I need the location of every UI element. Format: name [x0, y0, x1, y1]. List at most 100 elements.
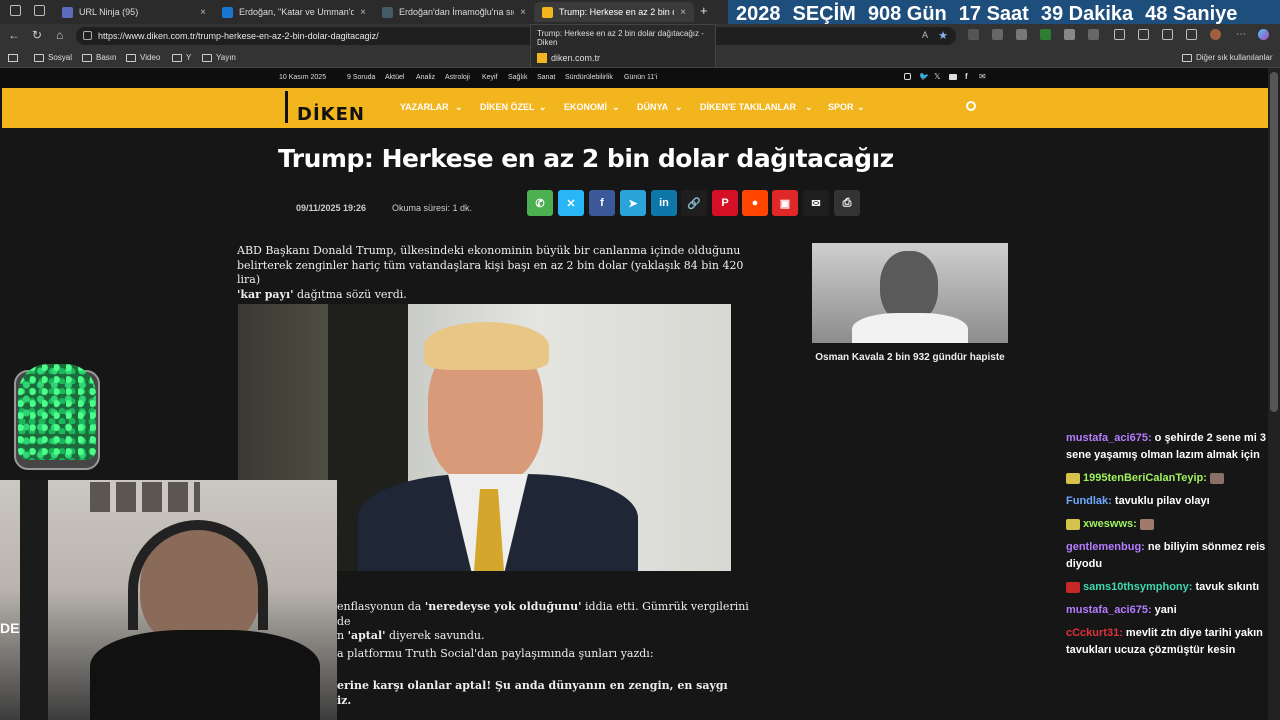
tab-erdogan-katar[interactable]: Erdoğan, "Katar ve Umman'dan d × — [214, 2, 374, 22]
toplink-saglik[interactable]: Sağlık — [508, 74, 527, 81]
nav-ekonomi[interactable]: EKONOMİ — [564, 102, 607, 112]
share-whatsapp-button[interactable]: ✆ — [527, 190, 553, 216]
extension-icon[interactable] — [1016, 29, 1027, 40]
toplink-aktuel[interactable]: Aktüel — [385, 74, 404, 81]
tooltip-title: Trump: Herkese en az 2 bin dolar dağıtac… — [537, 29, 704, 47]
search-icon[interactable] — [966, 101, 976, 111]
paragraph-line: belirterek zenginler hariç tüm vatandaşl… — [237, 258, 744, 287]
youtube-icon[interactable] — [949, 74, 957, 80]
webcam-overlay: DE — [0, 480, 337, 720]
tab-erdogan-imamoglu[interactable]: Erdoğan'dan İmamoğlu'na sığınm × — [374, 2, 534, 22]
nav-yazarlar[interactable]: YAZARLAR — [400, 102, 449, 112]
more-menu-icon[interactable]: ⋯ — [1236, 29, 1246, 40]
extension-icon[interactable] — [1088, 29, 1099, 40]
logo-mark-icon — [285, 91, 288, 123]
countdown-label: SEÇİM — [792, 2, 856, 25]
print-icon: ⎙ — [842, 196, 852, 209]
new-tab-button[interactable]: + — [700, 3, 708, 18]
reading-list-icon[interactable] — [8, 54, 18, 62]
extension-icon[interactable] — [992, 29, 1003, 40]
tab-hover-tooltip: Trump: Herkese en az 2 bin dolar dağıtac… — [530, 24, 716, 68]
copilot-icon[interactable] — [1258, 29, 1269, 40]
chat-username: mustafa_aci675: — [1066, 604, 1152, 616]
share-facebook-button[interactable]: f — [589, 190, 615, 216]
tab-actions-icon[interactable] — [34, 5, 45, 16]
extension-icon[interactable] — [1064, 29, 1075, 40]
toplink-analiz[interactable]: Analiz — [416, 74, 435, 81]
scrollbar-thumb[interactable] — [1270, 72, 1278, 412]
bookmark-label: Diğer sık kullanılanlar — [1196, 53, 1273, 62]
copy-link-button[interactable]: 🔗 — [681, 190, 707, 216]
close-tab-icon[interactable]: × — [680, 7, 686, 18]
close-tab-icon[interactable]: × — [520, 7, 526, 18]
x-icon[interactable]: 𝕏 — [934, 72, 940, 81]
chat-username: mustafa_aci675: — [1066, 432, 1152, 444]
bookmark-folder-y[interactable]: Y — [172, 53, 191, 62]
collections-icon[interactable] — [1186, 29, 1197, 40]
chevron-down-icon: ⌄ — [455, 102, 463, 112]
bookmark-folder-sosyal[interactable]: Sosyal — [34, 53, 72, 62]
microphone-arm — [20, 480, 48, 720]
nav-dunya[interactable]: DÜNYA — [637, 102, 668, 112]
nav-spor[interactable]: SPOR — [828, 102, 854, 112]
share-flipboard-button[interactable]: ▣ — [772, 190, 798, 216]
share-twitter-button[interactable]: ✕ — [558, 190, 584, 216]
sidebar-caption[interactable]: Osman Kavala 2 bin 932 gündür hapiste — [812, 352, 1008, 363]
share-email-button[interactable]: ✉ — [803, 190, 829, 216]
favorites-icon[interactable] — [1138, 29, 1149, 40]
mail-icon[interactable]: ✉ — [979, 72, 986, 81]
bookmark-folder-other[interactable]: Diğer sık kullanılanlar — [1182, 53, 1272, 62]
facebook-icon[interactable]: f — [965, 72, 968, 81]
twitter-icon[interactable]: 🐦 — [919, 72, 929, 81]
page-scrollbar[interactable] — [1268, 68, 1280, 720]
home-icon[interactable]: ⌂ — [56, 28, 63, 42]
green-beads — [18, 364, 96, 460]
diken-logo[interactable]: DİKEN — [297, 104, 365, 125]
profile-avatar[interactable] — [1210, 29, 1221, 40]
extension-icon[interactable] — [1040, 29, 1051, 40]
badge-icon — [1066, 581, 1080, 593]
share-reddit-button[interactable]: ● — [742, 190, 768, 216]
workspaces-icon[interactable] — [10, 5, 21, 16]
emote-icon — [1209, 472, 1224, 484]
address-bar[interactable]: https://www.diken.com.tr/trump-herkese-e… — [76, 27, 956, 45]
chat-username: Fundlak: — [1066, 495, 1112, 507]
bookmark-folder-video[interactable]: Video — [126, 53, 160, 62]
countdown-seconds: 48 Saniye — [1145, 2, 1238, 25]
news-favicon-icon — [382, 6, 393, 18]
site-info-icon[interactable] — [83, 31, 92, 40]
toplink-astroloji[interactable]: Astroloji — [445, 74, 470, 81]
osman-kavala-photo[interactable] — [812, 243, 1008, 343]
tab-label: Erdoğan'dan İmamoğlu'na sığınm — [399, 7, 514, 17]
share-pinterest-button[interactable]: P — [712, 190, 738, 216]
close-tab-icon[interactable]: × — [200, 7, 206, 18]
bookmark-folder-yayin[interactable]: Yayın — [202, 53, 236, 62]
toplink-9-soruda[interactable]: 9 Soruda — [347, 74, 375, 81]
browser-essentials-icon[interactable] — [1162, 29, 1173, 40]
bold-phrase: 'neredeyse yok olduğunu' — [424, 600, 582, 613]
tab-trump-diken[interactable]: Trump: Herkese en az 2 bin dolar × — [534, 2, 694, 22]
split-screen-icon[interactable] — [1114, 29, 1125, 40]
nav-dikene-takilanlar[interactable]: DİKEN'E TAKILANLAR — [700, 102, 796, 112]
link-icon: 🔗 — [687, 197, 701, 210]
toplink-gunun-11i[interactable]: Günün 11'i — [624, 74, 657, 81]
back-arrow-icon[interactable]: ← — [8, 28, 20, 42]
instagram-icon[interactable] — [904, 73, 911, 80]
reload-icon[interactable]: ↻ — [32, 28, 42, 42]
main-nav-bar: DİKEN YAZARLAR ⌄ DİKEN ÖZEL ⌄ EKONOMİ ⌄ … — [2, 88, 1268, 128]
favorite-star-icon[interactable]: ★ — [938, 29, 948, 42]
url-text: https://www.diken.com.tr/trump-herkese-e… — [98, 31, 379, 41]
share-linkedin-button[interactable]: in — [651, 190, 677, 216]
tab-url-ninja[interactable]: URL Ninja (95) × — [54, 2, 214, 22]
article-paragraph-3: a platformu Truth Social'dan paylaşımınd… — [337, 647, 654, 660]
read-aloud-icon[interactable]: A — [922, 30, 928, 40]
toplink-surdurulebilirlik[interactable]: Sürdürülebilirlik — [565, 74, 613, 81]
share-telegram-button[interactable]: ➤ — [620, 190, 646, 216]
toplink-sanat[interactable]: Sanat — [537, 74, 555, 81]
print-button[interactable]: ⎙ — [834, 190, 860, 216]
nav-diken-ozel[interactable]: DİKEN ÖZEL — [480, 102, 535, 112]
bookmark-folder-basin[interactable]: Basın — [82, 53, 116, 62]
close-tab-icon[interactable]: × — [360, 7, 366, 18]
extension-icon[interactable] — [968, 29, 979, 40]
toplink-keyif[interactable]: Keyif — [482, 74, 498, 81]
